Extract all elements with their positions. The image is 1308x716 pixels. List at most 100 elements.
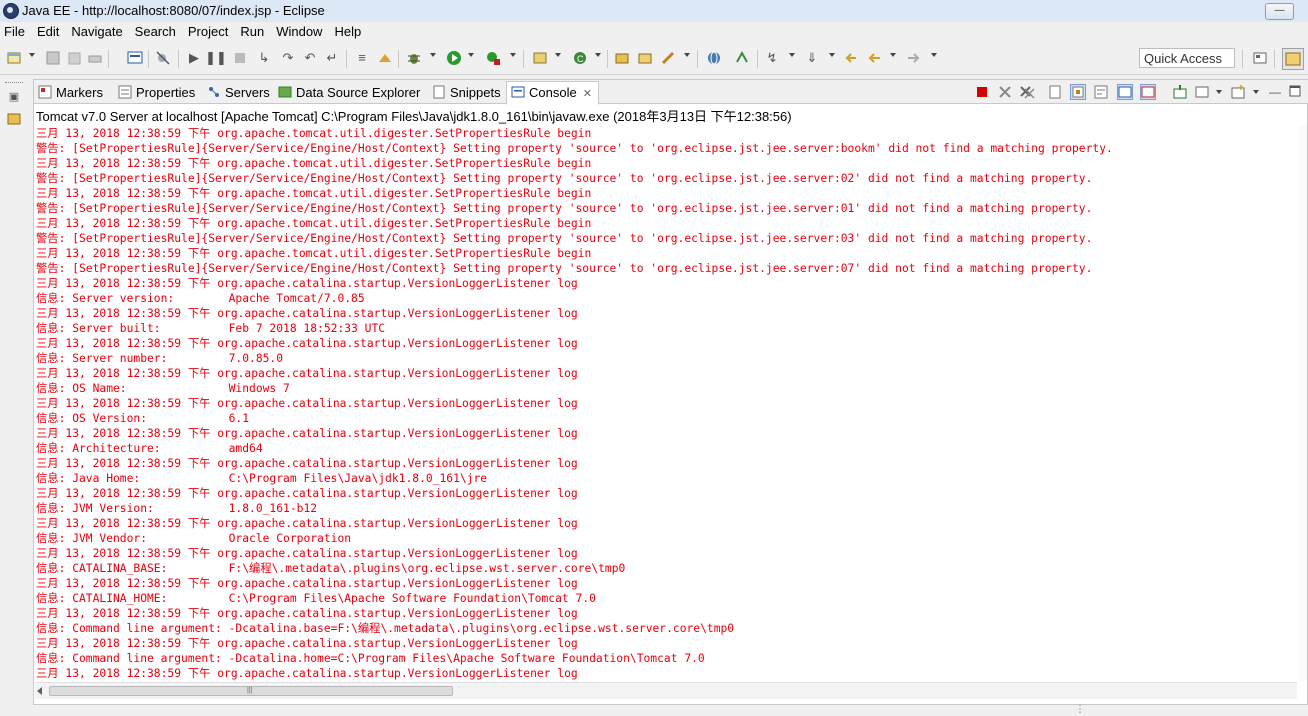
display-selected-console-icon[interactable]	[1194, 84, 1210, 100]
close-console-tab-icon[interactable]: ✕	[583, 88, 592, 100]
tab-markers[interactable]: Markers	[38, 82, 103, 103]
external-tools-dropdown-arrow-icon[interactable]	[510, 53, 516, 57]
print-icon[interactable]	[87, 50, 103, 66]
svg-text:C: C	[577, 54, 584, 64]
menu-project[interactable]: Project	[182, 22, 234, 42]
save-icon[interactable]	[45, 50, 61, 66]
maximize-view-icon[interactable]	[1287, 84, 1303, 100]
run-icon[interactable]	[446, 50, 462, 66]
annotation-icon[interactable]: ↯	[764, 50, 780, 66]
server-tools-icon[interactable]	[377, 50, 393, 66]
minimize-button[interactable]: —	[1265, 3, 1294, 20]
step-into-icon[interactable]: ↳	[256, 50, 272, 66]
open-console-icon[interactable]	[1230, 84, 1246, 100]
open-console-dropdown-arrow-icon[interactable]	[1253, 90, 1259, 94]
console-line: 三月 13, 2018 12:38:59 下午 org.apache.catal…	[36, 547, 578, 560]
tab-console[interactable]: Console ✕	[506, 81, 599, 105]
scroll-lock-icon[interactable]	[1070, 84, 1086, 100]
minimize-view-icon[interactable]: —	[1267, 84, 1283, 100]
clear-console-icon[interactable]	[1048, 84, 1064, 100]
scroll-left-arrow-icon[interactable]	[37, 687, 42, 695]
resume-icon[interactable]: ▶	[186, 50, 202, 66]
save-all-icon[interactable]	[66, 50, 82, 66]
next-annotation-icon[interactable]: ⇓	[804, 50, 820, 66]
console-line: 三月 13, 2018 12:38:59 下午 org.apache.catal…	[36, 607, 578, 620]
terminate-process-icon[interactable]	[974, 84, 990, 100]
horizontal-scroll-thumb[interactable]: |||	[49, 686, 453, 696]
console-line: 信息: Server version: Apache Tomcat/7.0.85	[36, 292, 365, 305]
new-java-ee-project-icon[interactable]	[532, 50, 548, 66]
step-return-icon[interactable]: ↶	[302, 50, 318, 66]
display-console-dropdown-arrow-icon[interactable]	[1216, 90, 1222, 94]
show-console-on-stderr-icon[interactable]	[1140, 84, 1156, 100]
vertical-scrollbar[interactable]	[1299, 126, 1307, 681]
forward-dropdown-arrow-icon[interactable]	[931, 53, 937, 57]
run-external-tools-icon[interactable]	[485, 50, 501, 66]
console-output[interactable]: 三月 13, 2018 12:38:59 下午 org.apache.tomca…	[36, 126, 1298, 681]
back-icon[interactable]	[866, 50, 882, 66]
menu-search[interactable]: Search	[129, 22, 182, 42]
servers-icon	[207, 85, 221, 99]
console-line: 警告: [SetPropertiesRule]{Server/Service/E…	[36, 172, 1093, 185]
new-class-icon[interactable]: C	[572, 50, 588, 66]
trim-grip[interactable]	[5, 82, 23, 87]
terminate-icon[interactable]	[232, 50, 248, 66]
menu-navigate[interactable]: Navigate	[65, 22, 128, 42]
drop-to-frame-icon[interactable]: ↵	[324, 50, 340, 66]
search-icon[interactable]	[660, 50, 676, 66]
restore-icon[interactable]: ▣	[7, 90, 21, 104]
horizontal-scrollbar[interactable]: |||	[35, 682, 1297, 699]
open-web-browser-icon[interactable]	[706, 50, 722, 66]
tab-servers[interactable]: Servers	[207, 82, 270, 103]
skip-breakpoints-icon[interactable]	[155, 50, 171, 66]
menu-run[interactable]: Run	[234, 22, 270, 42]
open-type-icon[interactable]	[614, 50, 630, 66]
open-perspective-icon[interactable]	[1252, 50, 1268, 66]
console-line: 三月 13, 2018 12:38:59 下午 org.apache.tomca…	[36, 247, 592, 260]
menu-file[interactable]: File	[0, 22, 31, 42]
tab-label: Data Source Explorer	[296, 85, 421, 100]
last-edit-location-icon[interactable]	[842, 50, 858, 66]
remove-all-terminated-icon[interactable]	[1019, 84, 1035, 100]
console-line: 信息: CATALINA_BASE: F:\编程\.metadata\.plug…	[36, 562, 626, 575]
menu-edit[interactable]: Edit	[31, 22, 65, 42]
eclipse-logo-icon	[3, 3, 19, 19]
next-annotation-dropdown-arrow-icon[interactable]	[829, 53, 835, 57]
console-line: 三月 13, 2018 12:38:59 下午 org.apache.catal…	[36, 577, 578, 590]
menu-window[interactable]: Window	[270, 22, 328, 42]
java-ee-perspective-button[interactable]	[1282, 48, 1304, 70]
open-task-icon[interactable]	[637, 50, 653, 66]
console-process-label: Tomcat v7.0 Server at localhost [Apache …	[36, 109, 792, 124]
properties-icon	[118, 85, 132, 99]
search-dropdown-arrow-icon[interactable]	[684, 53, 690, 57]
word-wrap-icon[interactable]	[1093, 84, 1109, 100]
tab-data-source-explorer[interactable]: Data Source Explorer	[278, 82, 420, 103]
use-step-filters-icon[interactable]: ≡	[354, 50, 370, 66]
step-over-icon[interactable]: ↷	[280, 50, 296, 66]
debug-dropdown-arrow-icon[interactable]	[430, 53, 436, 57]
annotation-dropdown-arrow-icon[interactable]	[789, 53, 795, 57]
forward-icon[interactable]	[906, 50, 922, 66]
console-line: 警告: [SetPropertiesRule]{Server/Service/E…	[36, 232, 1093, 245]
show-console-on-stdout-icon[interactable]	[1117, 84, 1133, 100]
remove-launch-icon[interactable]	[997, 84, 1013, 100]
suspend-icon[interactable]: ❚❚	[205, 50, 227, 66]
menu-help[interactable]: Help	[328, 22, 367, 42]
console-line: 信息: Command line argument: -Dcatalina.ba…	[36, 622, 735, 635]
new-class-dropdown-arrow-icon[interactable]	[595, 53, 601, 57]
back-dropdown-arrow-icon[interactable]	[890, 53, 896, 57]
console-line: 信息: JVM Version: 1.8.0_161-b12	[36, 502, 318, 515]
refresh-icon[interactable]	[734, 50, 750, 66]
new-project-dropdown-arrow-icon[interactable]	[555, 53, 561, 57]
new-dropdown-arrow-icon[interactable]	[29, 53, 35, 57]
open-console-icon[interactable]	[127, 50, 143, 66]
pin-console-icon[interactable]	[1172, 84, 1188, 100]
new-icon[interactable]	[6, 50, 22, 66]
console-line: 三月 13, 2018 12:38:59 下午 org.apache.tomca…	[36, 217, 592, 230]
project-explorer-icon[interactable]	[7, 112, 21, 126]
tab-snippets[interactable]: Snippets	[432, 82, 501, 103]
quick-access-input[interactable]: Quick Access	[1139, 48, 1235, 68]
debug-icon[interactable]	[406, 50, 422, 66]
run-dropdown-arrow-icon[interactable]	[468, 53, 474, 57]
tab-properties[interactable]: Properties	[118, 82, 195, 103]
